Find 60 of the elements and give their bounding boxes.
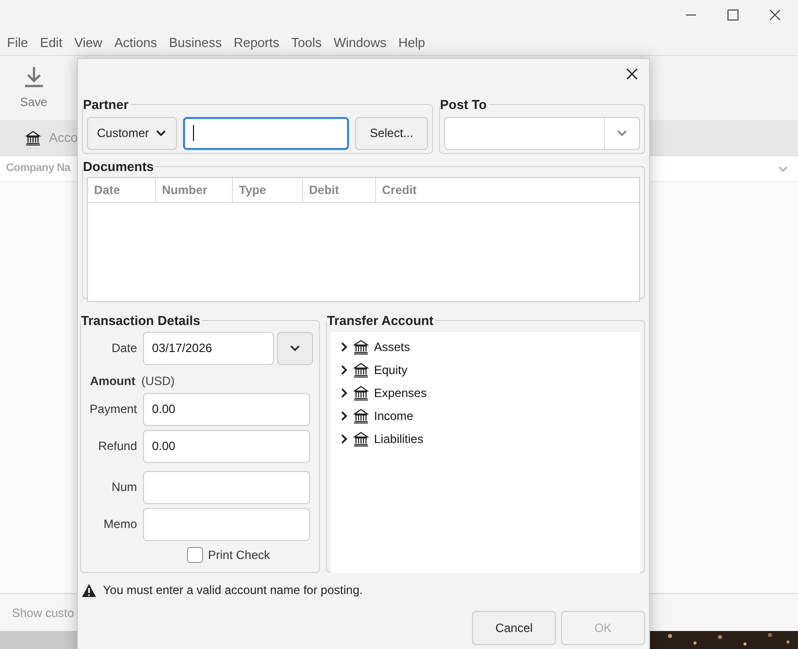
select-button[interactable]: Select... (355, 116, 428, 150)
field-label: Num (110, 479, 137, 496)
input-field[interactable] (143, 508, 310, 540)
group-title: Transfer Account (327, 312, 434, 330)
maximize-icon[interactable] (726, 8, 740, 22)
field-label: Date (110, 340, 137, 357)
dialog-button[interactable]: Cancel (472, 611, 556, 645)
field-value: 0.00 (152, 438, 176, 455)
warning-message: You must enter a valid account name for posting. (103, 582, 363, 599)
close-icon[interactable] (768, 8, 782, 22)
save-button[interactable]: Save (20, 65, 48, 111)
menu-item[interactable]: Reports (234, 32, 280, 52)
bank-icon (353, 431, 369, 447)
column-header[interactable]: Credit (376, 178, 639, 202)
amount-label: Amount (90, 372, 136, 390)
tree-item[interactable]: Assets (374, 338, 410, 356)
group-title: Partner (83, 96, 130, 114)
bank-icon (353, 385, 369, 401)
warning-icon (81, 582, 97, 598)
input-field[interactable]: 0.00 (143, 392, 310, 426)
download-icon (22, 65, 45, 89)
currency-label: (USD) (141, 372, 175, 390)
group-title: Documents (83, 158, 155, 176)
column-header[interactable]: Type (233, 178, 303, 202)
input-field[interactable] (143, 470, 310, 504)
checkbox[interactable] (187, 546, 203, 562)
field-label: Memo (102, 516, 137, 533)
column-header[interactable]: Number (156, 178, 233, 202)
menu-item[interactable]: Business (168, 32, 222, 52)
bank-icon (25, 130, 41, 146)
menu-item[interactable]: File (7, 32, 28, 52)
menu-item[interactable]: Windows (334, 32, 386, 52)
menu-item[interactable]: Tools (291, 32, 322, 52)
bank-icon (353, 362, 369, 378)
partner-name-field[interactable] (183, 116, 349, 150)
column-header[interactable]: Debit (303, 178, 376, 202)
bank-icon (353, 339, 369, 355)
menu-item[interactable]: Edit (40, 32, 62, 52)
menu-item[interactable]: Actions (114, 32, 157, 52)
tree-item[interactable]: Equity (374, 361, 408, 379)
field-label: Payment (88, 401, 137, 418)
checkbox-label: Print Check (208, 546, 270, 564)
field-value: 0.00 (152, 401, 176, 418)
footer-text: Show custo (12, 604, 74, 622)
tree-item[interactable]: Liabilities (374, 430, 424, 448)
field-label: Refund (97, 438, 137, 455)
bank-icon (353, 408, 369, 424)
column-header: Company Na (6, 161, 70, 176)
column-header[interactable]: Date (88, 178, 156, 202)
menu-item[interactable]: Help (398, 32, 426, 52)
group-title: Transaction Details (81, 312, 202, 330)
close-icon[interactable] (625, 67, 639, 81)
menu-item[interactable]: View (74, 32, 102, 52)
group-title: Post To (440, 96, 488, 114)
text-cursor (193, 125, 194, 141)
input-field[interactable]: 0.00 (143, 430, 310, 462)
date-field[interactable]: 03/17/2026 (143, 332, 274, 364)
tree-item[interactable]: Income (374, 407, 414, 425)
type-dropdown[interactable]: Customer (87, 116, 177, 150)
tree-item[interactable]: Expenses (374, 384, 427, 402)
